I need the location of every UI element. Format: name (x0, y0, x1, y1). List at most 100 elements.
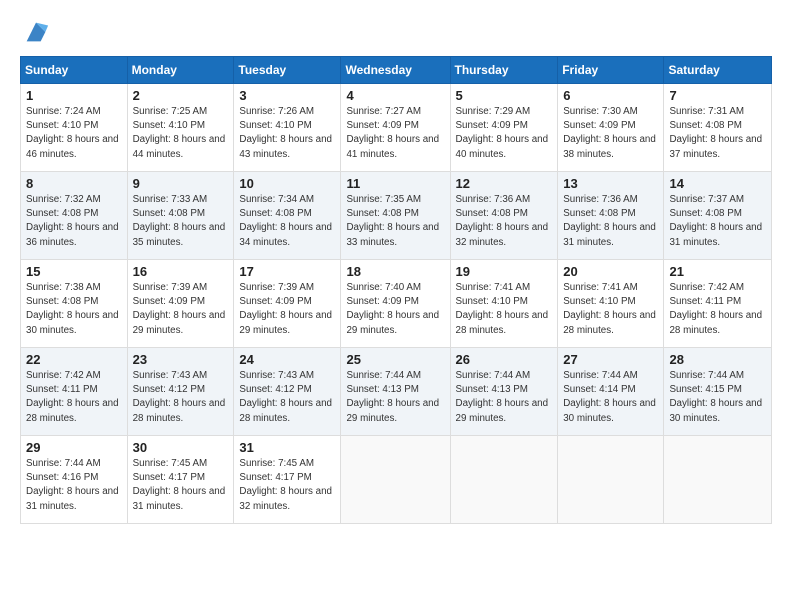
day-cell: 21 Sunrise: 7:42 AMSunset: 4:11 PMDaylig… (664, 260, 772, 348)
day-detail: Sunrise: 7:30 AMSunset: 4:09 PMDaylight:… (563, 106, 656, 160)
page: SundayMondayTuesdayWednesdayThursdayFrid… (0, 0, 792, 612)
day-detail: Sunrise: 7:31 AMSunset: 4:08 PMDaylight:… (669, 106, 762, 160)
day-number: 15 (26, 264, 122, 279)
day-detail: Sunrise: 7:44 AMSunset: 4:13 PMDaylight:… (346, 370, 439, 424)
week-row-5: 29 Sunrise: 7:44 AMSunset: 4:16 PMDaylig… (21, 436, 772, 524)
header (20, 18, 772, 46)
calendar-table: SundayMondayTuesdayWednesdayThursdayFrid… (20, 56, 772, 524)
day-detail: Sunrise: 7:33 AMSunset: 4:08 PMDaylight:… (133, 194, 226, 248)
day-cell: 9 Sunrise: 7:33 AMSunset: 4:08 PMDayligh… (127, 172, 234, 260)
day-cell: 6 Sunrise: 7:30 AMSunset: 4:09 PMDayligh… (558, 84, 664, 172)
day-number: 16 (133, 264, 229, 279)
day-number: 11 (346, 176, 444, 191)
day-number: 27 (563, 352, 658, 367)
day-detail: Sunrise: 7:27 AMSunset: 4:09 PMDaylight:… (346, 106, 439, 160)
day-detail: Sunrise: 7:40 AMSunset: 4:09 PMDaylight:… (346, 282, 439, 336)
dow-header-monday: Monday (127, 57, 234, 84)
day-cell: 5 Sunrise: 7:29 AMSunset: 4:09 PMDayligh… (450, 84, 558, 172)
day-number: 5 (456, 88, 553, 103)
day-number: 2 (133, 88, 229, 103)
dow-header-saturday: Saturday (664, 57, 772, 84)
day-cell: 31 Sunrise: 7:45 AMSunset: 4:17 PMDaylig… (234, 436, 341, 524)
day-detail: Sunrise: 7:39 AMSunset: 4:09 PMDaylight:… (133, 282, 226, 336)
calendar-body: 1 Sunrise: 7:24 AMSunset: 4:10 PMDayligh… (21, 84, 772, 524)
day-cell: 28 Sunrise: 7:44 AMSunset: 4:15 PMDaylig… (664, 348, 772, 436)
day-cell: 12 Sunrise: 7:36 AMSunset: 4:08 PMDaylig… (450, 172, 558, 260)
week-row-2: 8 Sunrise: 7:32 AMSunset: 4:08 PMDayligh… (21, 172, 772, 260)
dow-header-sunday: Sunday (21, 57, 128, 84)
logo-icon (22, 18, 50, 46)
day-cell: 3 Sunrise: 7:26 AMSunset: 4:10 PMDayligh… (234, 84, 341, 172)
day-detail: Sunrise: 7:37 AMSunset: 4:08 PMDaylight:… (669, 194, 762, 248)
day-number: 12 (456, 176, 553, 191)
day-cell: 17 Sunrise: 7:39 AMSunset: 4:09 PMDaylig… (234, 260, 341, 348)
day-number: 21 (669, 264, 766, 279)
day-number: 19 (456, 264, 553, 279)
day-cell: 16 Sunrise: 7:39 AMSunset: 4:09 PMDaylig… (127, 260, 234, 348)
day-cell: 18 Sunrise: 7:40 AMSunset: 4:09 PMDaylig… (341, 260, 450, 348)
day-number: 6 (563, 88, 658, 103)
day-number: 25 (346, 352, 444, 367)
days-of-week-row: SundayMondayTuesdayWednesdayThursdayFrid… (21, 57, 772, 84)
day-detail: Sunrise: 7:36 AMSunset: 4:08 PMDaylight:… (563, 194, 656, 248)
day-detail: Sunrise: 7:36 AMSunset: 4:08 PMDaylight:… (456, 194, 549, 248)
day-cell: 22 Sunrise: 7:42 AMSunset: 4:11 PMDaylig… (21, 348, 128, 436)
day-detail: Sunrise: 7:45 AMSunset: 4:17 PMDaylight:… (133, 458, 226, 512)
day-cell: 26 Sunrise: 7:44 AMSunset: 4:13 PMDaylig… (450, 348, 558, 436)
day-number: 17 (239, 264, 335, 279)
day-number: 26 (456, 352, 553, 367)
day-cell: 14 Sunrise: 7:37 AMSunset: 4:08 PMDaylig… (664, 172, 772, 260)
day-cell: 30 Sunrise: 7:45 AMSunset: 4:17 PMDaylig… (127, 436, 234, 524)
day-detail: Sunrise: 7:35 AMSunset: 4:08 PMDaylight:… (346, 194, 439, 248)
day-cell: 20 Sunrise: 7:41 AMSunset: 4:10 PMDaylig… (558, 260, 664, 348)
day-number: 20 (563, 264, 658, 279)
day-number: 4 (346, 88, 444, 103)
day-detail: Sunrise: 7:44 AMSunset: 4:14 PMDaylight:… (563, 370, 656, 424)
day-cell: 27 Sunrise: 7:44 AMSunset: 4:14 PMDaylig… (558, 348, 664, 436)
day-number: 13 (563, 176, 658, 191)
day-number: 30 (133, 440, 229, 455)
day-number: 23 (133, 352, 229, 367)
day-cell (450, 436, 558, 524)
day-cell: 4 Sunrise: 7:27 AMSunset: 4:09 PMDayligh… (341, 84, 450, 172)
day-number: 9 (133, 176, 229, 191)
day-cell: 19 Sunrise: 7:41 AMSunset: 4:10 PMDaylig… (450, 260, 558, 348)
day-number: 8 (26, 176, 122, 191)
day-detail: Sunrise: 7:45 AMSunset: 4:17 PMDaylight:… (239, 458, 332, 512)
day-number: 10 (239, 176, 335, 191)
day-number: 7 (669, 88, 766, 103)
logo (20, 18, 50, 46)
day-detail: Sunrise: 7:41 AMSunset: 4:10 PMDaylight:… (563, 282, 656, 336)
day-cell (558, 436, 664, 524)
day-cell: 10 Sunrise: 7:34 AMSunset: 4:08 PMDaylig… (234, 172, 341, 260)
day-number: 14 (669, 176, 766, 191)
day-cell: 1 Sunrise: 7:24 AMSunset: 4:10 PMDayligh… (21, 84, 128, 172)
day-cell: 24 Sunrise: 7:43 AMSunset: 4:12 PMDaylig… (234, 348, 341, 436)
day-number: 1 (26, 88, 122, 103)
dow-header-wednesday: Wednesday (341, 57, 450, 84)
day-detail: Sunrise: 7:43 AMSunset: 4:12 PMDaylight:… (133, 370, 226, 424)
day-cell: 23 Sunrise: 7:43 AMSunset: 4:12 PMDaylig… (127, 348, 234, 436)
day-detail: Sunrise: 7:29 AMSunset: 4:09 PMDaylight:… (456, 106, 549, 160)
day-number: 3 (239, 88, 335, 103)
day-detail: Sunrise: 7:39 AMSunset: 4:09 PMDaylight:… (239, 282, 332, 336)
day-number: 18 (346, 264, 444, 279)
day-detail: Sunrise: 7:41 AMSunset: 4:10 PMDaylight:… (456, 282, 549, 336)
day-detail: Sunrise: 7:44 AMSunset: 4:15 PMDaylight:… (669, 370, 762, 424)
day-cell (664, 436, 772, 524)
day-detail: Sunrise: 7:43 AMSunset: 4:12 PMDaylight:… (239, 370, 332, 424)
day-cell: 11 Sunrise: 7:35 AMSunset: 4:08 PMDaylig… (341, 172, 450, 260)
day-cell (341, 436, 450, 524)
day-detail: Sunrise: 7:38 AMSunset: 4:08 PMDaylight:… (26, 282, 119, 336)
day-number: 31 (239, 440, 335, 455)
week-row-4: 22 Sunrise: 7:42 AMSunset: 4:11 PMDaylig… (21, 348, 772, 436)
dow-header-friday: Friday (558, 57, 664, 84)
day-detail: Sunrise: 7:32 AMSunset: 4:08 PMDaylight:… (26, 194, 119, 248)
day-cell: 15 Sunrise: 7:38 AMSunset: 4:08 PMDaylig… (21, 260, 128, 348)
day-number: 28 (669, 352, 766, 367)
dow-header-thursday: Thursday (450, 57, 558, 84)
day-number: 29 (26, 440, 122, 455)
day-detail: Sunrise: 7:42 AMSunset: 4:11 PMDaylight:… (26, 370, 119, 424)
day-cell: 13 Sunrise: 7:36 AMSunset: 4:08 PMDaylig… (558, 172, 664, 260)
day-detail: Sunrise: 7:44 AMSunset: 4:16 PMDaylight:… (26, 458, 119, 512)
